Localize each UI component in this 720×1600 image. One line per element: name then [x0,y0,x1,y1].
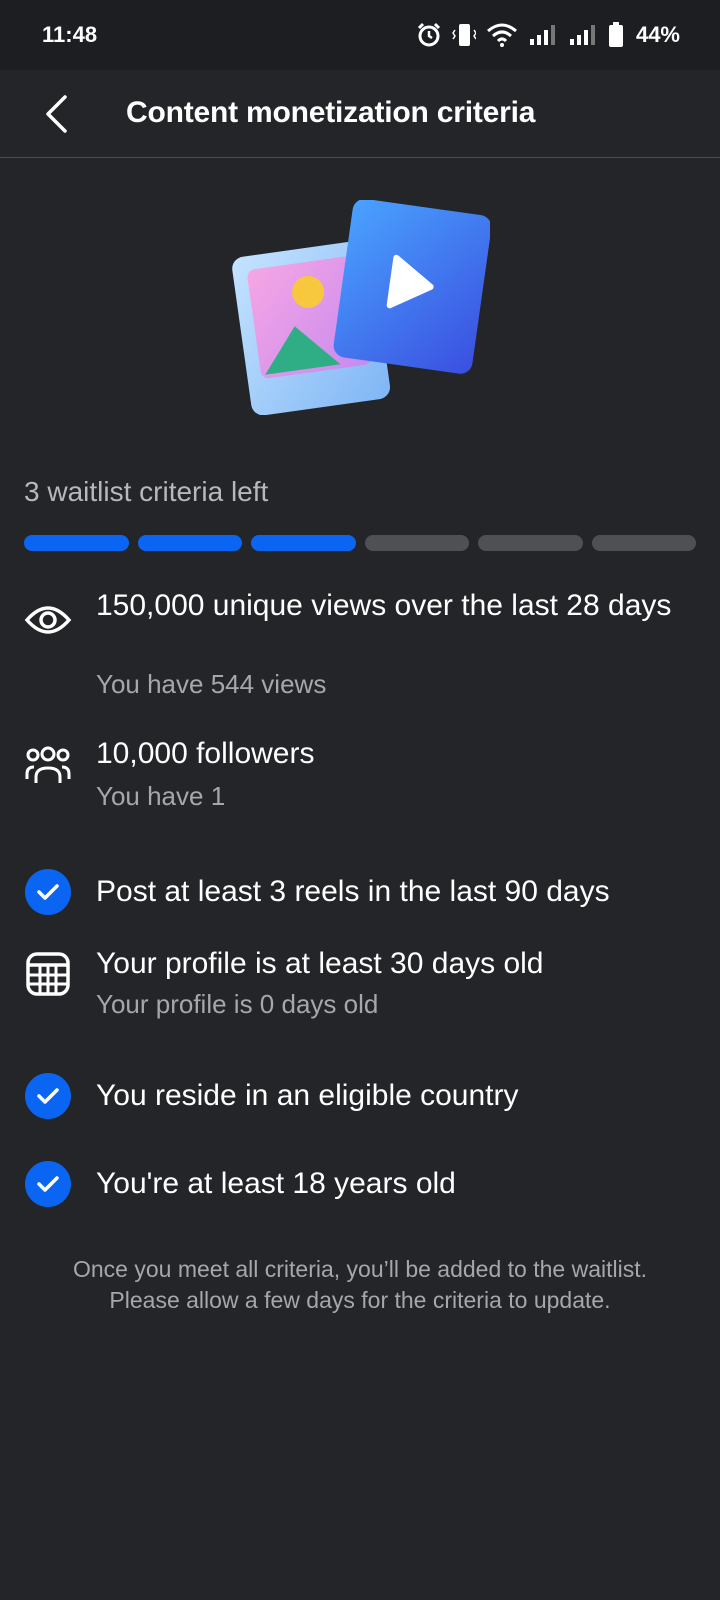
check-circle-icon [24,868,72,916]
criterion-title: You're at least 18 years old [96,1167,456,1200]
footer-line-1: Once you meet all criteria, you’ll be ad… [72,1256,647,1282]
footer-note: Once you meet all criteria, you’ll be ad… [20,1254,700,1316]
criterion-title: 10,000 followers [96,737,315,770]
check-circle-icon [24,1072,72,1120]
criterion-title: Post at least 3 reels in the last 90 day… [96,875,610,908]
criterion-subtitle: You have 1 [96,781,226,811]
back-button[interactable] [34,90,78,138]
criteria-progress-bar [24,535,696,553]
criterion-title: Your profile is at least 30 days old [96,947,544,980]
progress-segment-4 [364,535,469,551]
battery-icon [608,22,623,47]
progress-segment-2 [137,535,242,551]
page-title: Content monetization criteria [126,96,536,129]
status-icons: 44% [416,22,680,48]
media-illustration [232,200,490,415]
signal-icon-1 [529,25,555,45]
criterion-subtitle: Your profile is 0 days old [96,989,379,1019]
signal-icon-2 [569,25,595,45]
progress-segment-1 [24,535,129,551]
play-video-icon [333,200,490,374]
eye-icon [24,596,72,644]
calendar-icon [24,950,72,998]
alarm-icon [417,22,441,47]
progress-segment-6 [591,535,696,551]
criterion-title: 150,000 unique views over the last 28 da… [96,589,672,622]
footer-line-2: Please allow a few days for the criteria… [109,1287,611,1313]
check-circle-icon [24,1160,72,1208]
wifi-icon [486,23,517,47]
progress-segment-3 [251,535,356,551]
status-time: 11:48 [42,22,98,47]
status-bar: 11:48 44% [0,0,720,70]
app-bar: Content monetization criteria [0,70,720,158]
chevron-left-icon [46,95,67,133]
criterion-title: You reside in an eligible country [96,1079,519,1112]
criteria-left-text: 3 waitlist criteria left [24,476,269,507]
vibrate-icon [452,24,476,46]
criterion-subtitle: You have 544 views [96,669,327,699]
battery-percent: 44% [635,22,680,47]
progress-segment-5 [478,535,583,551]
people-icon [24,742,72,790]
